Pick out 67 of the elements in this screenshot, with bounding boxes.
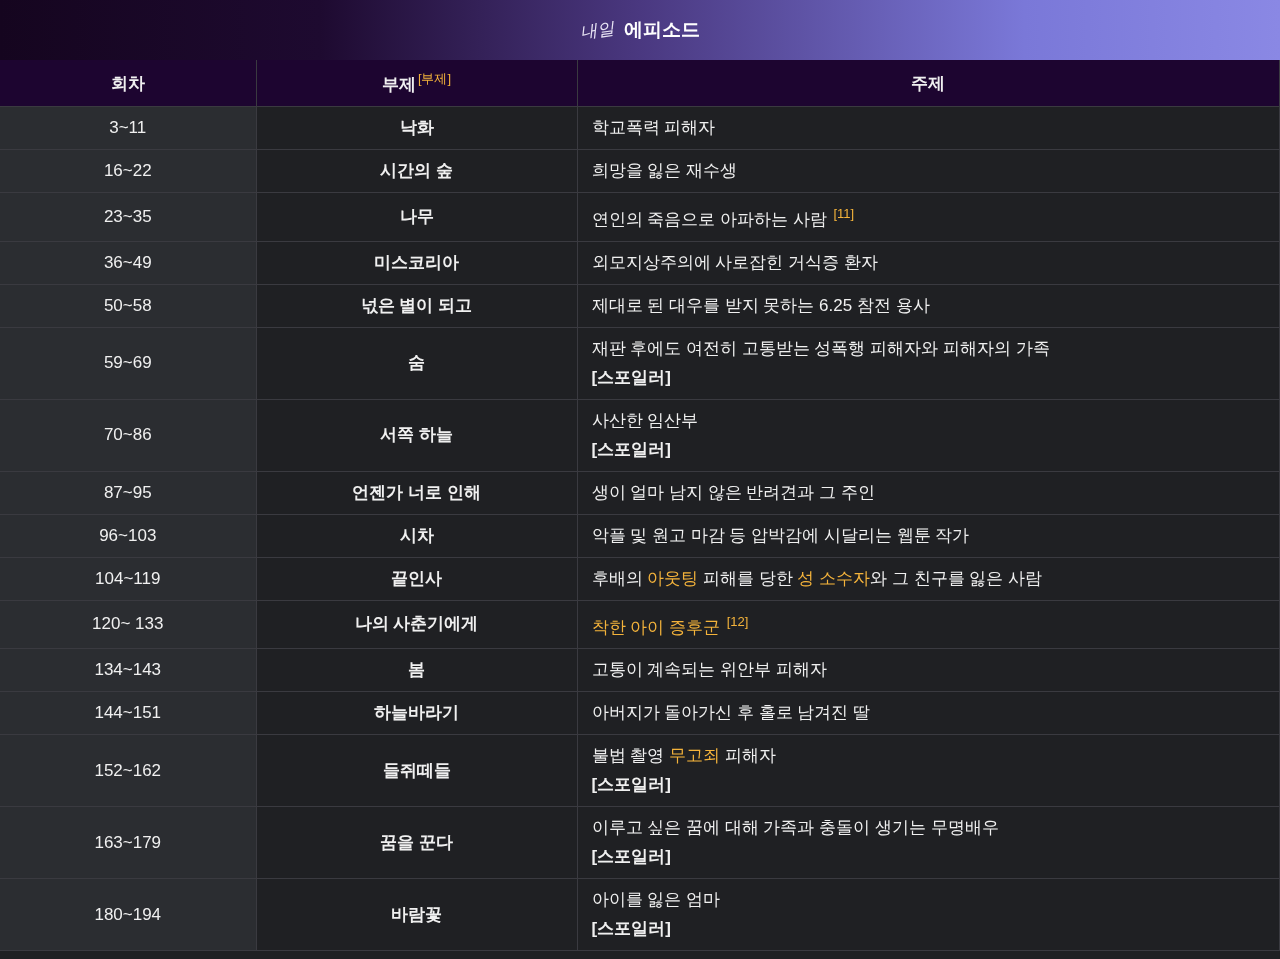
topic-text: 재판 후에도 여전히 고통받는 성폭행 피해자와 피해자의 가족 — [591, 338, 1050, 358]
episode-range-cell: 70~86 — [0, 399, 256, 472]
episode-range-cell: 3~11 — [0, 106, 256, 150]
episode-range-cell: 23~35 — [0, 192, 256, 242]
topic-link[interactable]: 착한 아이 증후군 — [591, 617, 720, 637]
subtitle-cell: 숨 — [256, 327, 577, 400]
episode-range-cell: 144~151 — [0, 691, 256, 735]
topic-text: 피해를 당한 — [701, 568, 794, 588]
subtitle-cell: 끝인사 — [256, 557, 577, 601]
topic-text: 와 그 친구를 잃은 사람 — [870, 568, 1043, 588]
episode-range-cell: 59~69 — [0, 327, 256, 400]
topic-text: 희망을 잃은 재수생 — [591, 161, 737, 180]
table-title: 에피소드 — [624, 18, 700, 42]
topic-text: 피해자 — [723, 746, 776, 766]
subtitle-cell: 시차 — [256, 514, 577, 558]
subtitle-cell: 넋은 별이 되고 — [256, 284, 577, 328]
subtitle-cell: 낙화 — [256, 106, 577, 150]
topic-text: 아이를 잃은 엄마 — [591, 890, 720, 910]
topic-text: 고통이 계속되는 위안부 피해자 — [591, 660, 827, 680]
subtitle-cell: 들쥐떼들 — [256, 734, 577, 807]
footnote-link[interactable]: [11] — [833, 206, 855, 221]
episode-range-cell: 87~95 — [0, 471, 256, 515]
topic-text: 연인의 죽음으로 아파하는 사람 — [591, 209, 827, 229]
footnote-link[interactable]: [부제] — [417, 71, 452, 87]
subtitle-cell: 하늘바라기 — [256, 691, 577, 735]
topic-text: 아버지가 돌아가신 후 홀로 남겨진 딸 — [591, 703, 871, 723]
subtitle-cell: 나무 — [256, 192, 577, 242]
topic-text: 제대로 된 대우를 받지 못하는 6.25 참전 용사 — [591, 295, 930, 315]
subtitle-cell: 서쪽 하늘 — [256, 399, 577, 472]
topic-link[interactable]: 아웃팅 — [647, 568, 699, 588]
episode-range-cell: 120~ 133 — [0, 600, 256, 649]
subtitle-cell: 미스코리아 — [256, 241, 577, 285]
subtitle-cell: 꿈을 꾼다 — [256, 806, 577, 879]
topic-link[interactable]: 무고죄 — [668, 746, 720, 766]
episode-range-cell: 180~194 — [0, 878, 256, 951]
subtitle-cell: 바람꽃 — [256, 878, 577, 951]
episode-range-cell: 16~22 — [0, 149, 256, 193]
spoiler-toggle[interactable]: [스포일러] — [591, 437, 1265, 462]
subtitle-cell: 봄 — [256, 648, 577, 692]
subtitle-cell: 시간의 숲 — [256, 149, 577, 193]
episode-range-cell: 96~103 — [0, 514, 256, 558]
spoiler-toggle[interactable]: [스포일러] — [591, 365, 1265, 390]
topic-text: 불법 촬영 — [591, 746, 666, 766]
episode-range-cell: 134~143 — [0, 648, 256, 692]
topic-text: 후배의 — [591, 568, 644, 588]
episode-range-cell: 36~49 — [0, 241, 256, 285]
topic-text: 외모지상주의에 사로잡힌 거식증 환자 — [591, 252, 878, 272]
episode-range-cell: 104~119 — [0, 557, 256, 601]
spoiler-toggle[interactable]: [스포일러] — [591, 845, 1265, 870]
spoiler-toggle[interactable]: [스포일러] — [591, 917, 1265, 942]
topic-text: 생이 얼마 남지 않은 반려견과 그 주인 — [591, 482, 875, 502]
topic-link[interactable]: 성 소수자 — [797, 568, 871, 588]
subtitle-cell: 언젠가 너로 인해 — [256, 471, 577, 515]
episode-range-cell: 152~162 — [0, 734, 256, 807]
episode-range-cell: 50~58 — [0, 284, 256, 328]
subtitle-cell: 나의 사춘기에게 — [256, 600, 577, 649]
topic-text: 사산한 임산부 — [591, 410, 699, 430]
episode-range-cell: 163~179 — [0, 806, 256, 879]
spoiler-toggle[interactable]: [스포일러] — [591, 773, 1265, 798]
logo-text: 내일 — [578, 16, 616, 44]
topic-text: 이루고 싶은 꿈에 대해 가족과 충돌이 생기는 무명배우 — [591, 818, 999, 838]
column-header: 주제 — [577, 60, 1280, 107]
footnote-link[interactable]: [12] — [726, 613, 749, 629]
topic-text: 학교폭력 피해자 — [591, 118, 716, 137]
column-header: 회차 — [0, 60, 256, 107]
topic-text: 악플 및 원고 마감 등 압박감에 시달리는 웹툰 작가 — [591, 525, 970, 545]
column-header: 부제$^{[부제]}$ — [256, 60, 577, 107]
